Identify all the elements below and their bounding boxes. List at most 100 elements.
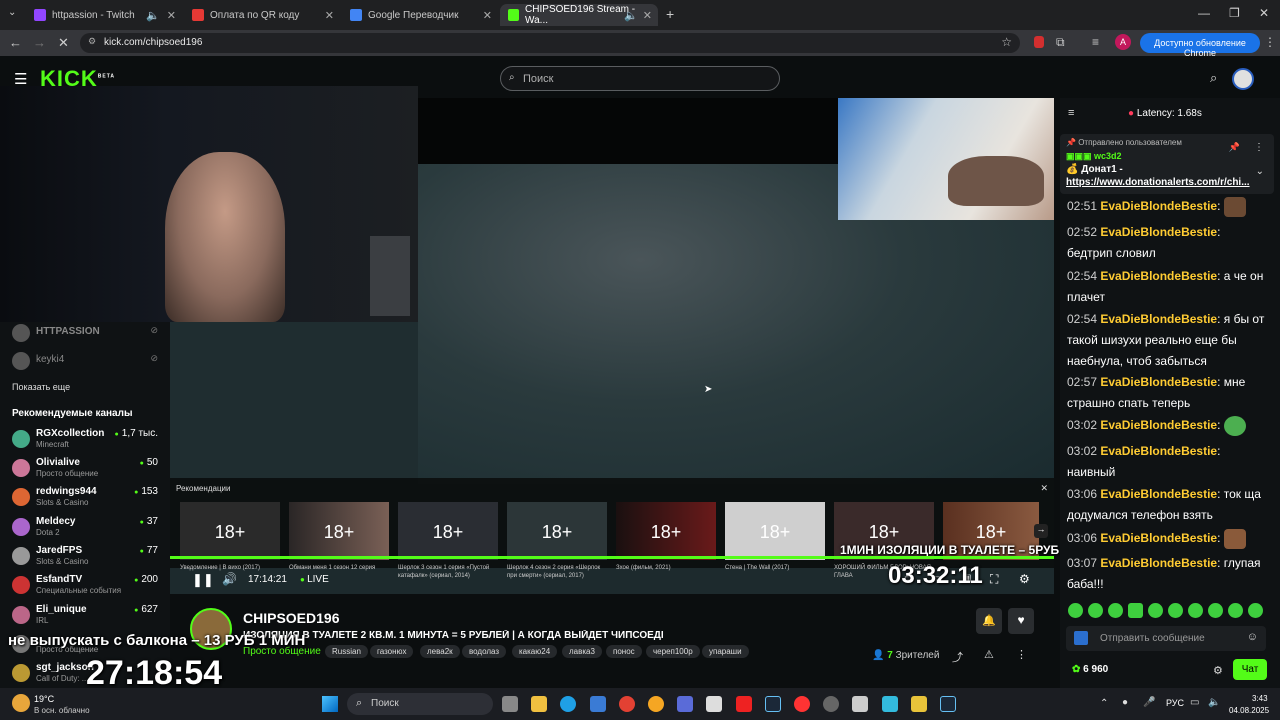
follow-heart-button[interactable]: ♥ <box>1008 608 1034 634</box>
pinned-link[interactable]: https://www.donationalerts.com/r/chi... <box>1066 177 1250 188</box>
minimize-button[interactable]: — <box>1198 6 1210 20</box>
emote-icon[interactable] <box>1188 603 1203 618</box>
app-icon[interactable] <box>648 696 664 712</box>
msg-user[interactable]: EvaDieBlondeBestie <box>1100 418 1217 432</box>
tag[interactable]: лавка3 <box>562 645 602 658</box>
pinned-more-icon[interactable]: ⋮ <box>1254 142 1264 153</box>
send-chat-button[interactable]: Чат <box>1233 659 1267 680</box>
emote-icon[interactable] <box>1108 603 1123 618</box>
rec-card[interactable]: 18+ <box>725 502 825 560</box>
calculator-icon[interactable] <box>852 696 868 712</box>
volume-icon[interactable]: 🔈 <box>1208 697 1220 708</box>
bookmark-star-icon[interactable]: ☆ <box>1001 35 1012 49</box>
sidebar-item-olivialive[interactable]: Olivialive Просто общение 50 <box>12 457 162 481</box>
sidebar-item-jaredfps[interactable]: JaredFPS Slots & Casino 77 <box>12 545 162 569</box>
app-icon[interactable] <box>706 696 722 712</box>
close-recommendations-icon[interactable]: ✕ <box>1040 483 1048 494</box>
chevron-down-icon[interactable]: ⌄ <box>1256 166 1264 177</box>
clock-date[interactable]: 04.08.2025 <box>1229 706 1269 715</box>
tag[interactable]: понос <box>606 645 642 658</box>
taskbar-search-input[interactable]: ⌕ Поиск <box>347 693 493 715</box>
close-icon[interactable]: ✕ <box>643 9 652 22</box>
tab-twitch[interactable]: httpassion - Twitch 🔈 ✕ <box>26 4 182 26</box>
emote-icon[interactable] <box>1248 603 1263 618</box>
msg-user[interactable]: EvaDieBlondeBestie <box>1100 444 1217 458</box>
tag[interactable]: какаю24 <box>512 645 558 658</box>
msg-user[interactable]: EvaDieBlondeBestie <box>1100 531 1217 545</box>
msg-user[interactable]: EvaDieBlondeBestie <box>1100 375 1217 389</box>
app-icon[interactable] <box>590 696 606 712</box>
tray-app-icon[interactable]: ● <box>1122 697 1128 708</box>
next-arrow-icon[interactable]: → <box>1034 524 1048 538</box>
pause-button[interactable]: ❚❚ <box>192 572 214 588</box>
close-icon[interactable]: ✕ <box>325 9 334 22</box>
rec-card[interactable]: 18+ <box>289 502 389 560</box>
sidebar-item-httpassion[interactable]: HTTPASSION ⊘ <box>12 322 162 346</box>
chat-collapse-icon[interactable]: ≡ <box>1068 107 1074 119</box>
app-icon[interactable] <box>677 696 693 712</box>
emote-icon[interactable] <box>1128 603 1143 618</box>
notification-bell-button[interactable]: 🔔 <box>976 608 1002 634</box>
close-icon[interactable]: ✕ <box>167 9 176 22</box>
emote-icon[interactable] <box>1068 603 1083 618</box>
msg-user[interactable]: EvaDieBlondeBestie <box>1100 269 1217 283</box>
maximize-button[interactable]: ❐ <box>1229 6 1240 20</box>
steam-icon[interactable] <box>940 696 956 712</box>
clock-time[interactable]: 3:43 <box>1252 694 1268 703</box>
task-view-icon[interactable] <box>502 696 518 712</box>
chrome-update-button[interactable]: Доступно обновление Chrome <box>1140 33 1260 58</box>
app-icon[interactable] <box>911 696 927 712</box>
rec-card[interactable]: 18+ <box>507 502 607 560</box>
media-control-icon[interactable]: ≡ <box>1092 35 1099 49</box>
extension-icon[interactable] <box>1034 36 1044 48</box>
weather-icon[interactable] <box>12 694 30 712</box>
progress-bar[interactable] <box>170 556 1054 559</box>
tab-google-translate[interactable]: Google Переводчик ✕ <box>342 4 498 26</box>
tab-qr-payment[interactable]: Оплата по QR коду ✕ <box>184 4 340 26</box>
notifications-icon[interactable]: ⌕ <box>1210 70 1217 86</box>
app-icon[interactable] <box>736 696 752 712</box>
fullscreen-icon[interactable]: ⛶ <box>990 572 998 587</box>
pin-icon[interactable]: 📌 <box>1229 142 1240 153</box>
network-icon[interactable]: ▭ <box>1190 697 1199 708</box>
stop-button[interactable]: ✕ <box>58 35 69 51</box>
tab-search-icon[interactable]: ⌄ <box>8 7 16 18</box>
new-tab-button[interactable]: + <box>666 6 674 22</box>
settings-gear-icon[interactable]: ⚙ <box>1019 572 1030 586</box>
close-icon[interactable]: ✕ <box>483 9 492 22</box>
volume-icon[interactable]: 🔊 <box>222 572 237 586</box>
app-icon[interactable] <box>823 696 839 712</box>
sidebar-item-keyki4[interactable]: keyki4 ⊘ <box>12 350 162 374</box>
edge-icon[interactable] <box>560 696 576 712</box>
steam-icon[interactable] <box>765 696 781 712</box>
chat-settings-gear-icon[interactable]: ⚙ <box>1213 664 1223 677</box>
share-icon[interactable]: ⤴ <box>952 649 963 665</box>
channel-points[interactable]: ✿ 6 960 <box>1072 664 1108 675</box>
sidebar-item-eli-unique[interactable]: Eli_unique IRL 627 <box>12 604 162 628</box>
emoji-icon[interactable]: ☺ <box>1247 631 1258 643</box>
sidebar-item-rgxcollection[interactable]: RGXcollection Minecraft 1,7 тыс. <box>12 428 162 452</box>
yandex-icon[interactable] <box>794 696 810 712</box>
emote-icon[interactable] <box>1088 603 1103 618</box>
mute-icon[interactable]: 🔈 <box>624 9 638 22</box>
report-icon[interactable]: ⚠ <box>984 648 994 661</box>
app-icon[interactable] <box>882 696 898 712</box>
msg-user[interactable]: EvaDieBlondeBestie <box>1100 556 1217 570</box>
browser-menu-icon[interactable]: ⋮ <box>1264 35 1276 49</box>
rec-card[interactable]: 18+ <box>398 502 498 560</box>
tray-chevron-icon[interactable]: ⌃ <box>1100 698 1108 709</box>
msg-user[interactable]: EvaDieBlondeBestie <box>1100 487 1217 501</box>
rec-card[interactable]: 18+ <box>616 502 716 560</box>
emote-icon[interactable] <box>1208 603 1223 618</box>
msg-user[interactable]: EvaDieBlondeBestie <box>1100 312 1217 326</box>
rec-card[interactable]: 18+ <box>180 502 280 560</box>
extensions-puzzle-icon[interactable]: ⧉ <box>1056 35 1065 50</box>
emote-icon[interactable] <box>1228 603 1243 618</box>
more-options-icon[interactable]: ⋮ <box>1016 648 1027 661</box>
chat-message-input[interactable]: Отправить сообщение ☺ <box>1066 626 1266 651</box>
tag[interactable]: газонюх <box>370 645 414 658</box>
tag[interactable]: водолаз <box>462 645 507 658</box>
site-info-icon[interactable]: ⚙ <box>88 36 96 47</box>
search-input[interactable]: ⌕ Поиск <box>500 66 780 91</box>
user-avatar[interactable] <box>1232 68 1254 90</box>
